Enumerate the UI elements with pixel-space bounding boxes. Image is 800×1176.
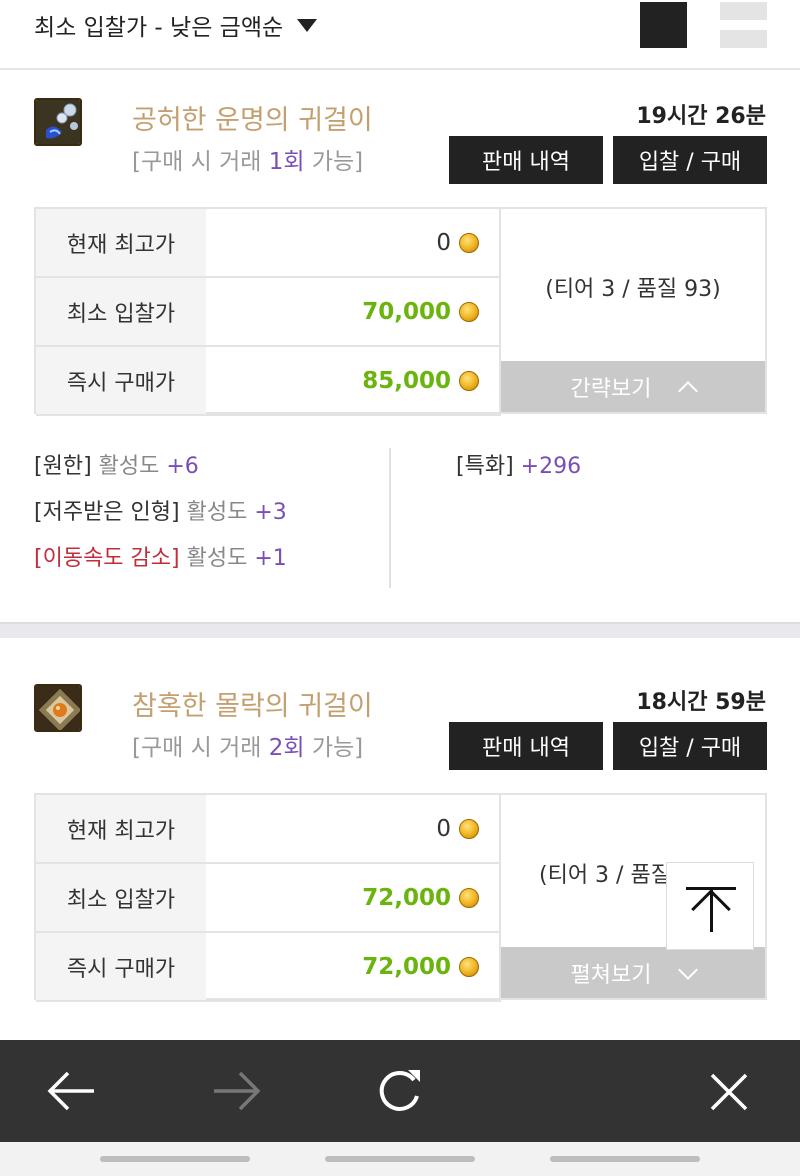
chevron-up-icon — [678, 380, 699, 401]
system-gesture-bar — [0, 1142, 800, 1176]
price-table: 현재 최고가 0 최소 입찰가 72,000 즉시 구매가 72,000 (티어… — [34, 793, 767, 1002]
price-row-min-bid: 최소 입찰가 72,000 — [36, 864, 501, 933]
expand-button[interactable]: 펼쳐보기 — [501, 947, 765, 998]
current-bid-value: 0 — [436, 815, 451, 842]
sort-dropdown[interactable]: 최소 입찰가 - 낮은 금액순 — [34, 8, 318, 42]
effect-line: [특화] +296 — [456, 454, 582, 479]
back-button[interactable] — [22, 1040, 122, 1142]
chevron-down-icon — [678, 959, 699, 980]
sales-history-button[interactable]: 판매 내역 — [449, 136, 603, 184]
card-separator — [0, 622, 800, 638]
trade-count: 1회 — [268, 149, 305, 175]
scroll-to-top-button[interactable] — [666, 862, 754, 950]
earring-item-icon — [34, 684, 82, 732]
gold-coin-icon — [459, 370, 479, 391]
close-button[interactable] — [680, 1040, 780, 1142]
sort-bar: 최소 입찰가 - 낮은 금액순 — [0, 0, 800, 70]
price-row-current: 현재 최고가 0 — [36, 795, 501, 864]
arrow-left-icon — [47, 1071, 94, 1111]
forward-button[interactable] — [186, 1040, 286, 1142]
sort-label: 최소 입찰가 - 낮은 금액순 — [34, 15, 284, 41]
gold-coin-icon — [459, 301, 479, 322]
effect-line-negative: [이동속도 감소] 활성도 +1 — [34, 546, 287, 571]
min-bid-value: 70,000 — [362, 298, 451, 325]
gold-coin-icon — [459, 818, 479, 839]
price-row-current: 현재 최고가 0 — [36, 209, 501, 278]
arrow-right-icon — [214, 1071, 261, 1111]
effect-line: [원한] 활성도 +6 — [34, 454, 199, 479]
gold-coin-icon — [459, 232, 479, 253]
grid-view-toggle[interactable] — [720, 2, 767, 48]
effects-panel: [원한] 활성도 +6 [저주받은 인형] 활성도 +3 [이동속도 감소] 활… — [34, 438, 767, 588]
collapse-button[interactable]: 간략보기 — [501, 361, 765, 412]
item-name[interactable]: 참혹한 몰락의 귀걸이 — [132, 684, 373, 723]
item-card: 참혹한 몰락의 귀걸이 [구매 시 거래 2회 가능] 18시간 59분 판매 … — [0, 640, 800, 1040]
browser-toolbar — [0, 1040, 800, 1142]
price-row-buyout: 즉시 구매가 85,000 — [36, 347, 501, 416]
earring-item-icon — [34, 98, 82, 146]
effect-line: [저주받은 인형] 활성도 +3 — [34, 500, 287, 525]
reload-icon — [379, 1070, 420, 1111]
bid-buy-button[interactable]: 입찰 / 구매 — [613, 722, 767, 770]
trade-info: [구매 시 거래 1회 가능] — [132, 149, 364, 175]
gold-coin-icon — [459, 887, 479, 908]
item-name[interactable]: 공허한 운명의 귀걸이 — [132, 98, 373, 137]
trade-count: 2회 — [268, 735, 305, 761]
price-row-buyout: 즉시 구매가 72,000 — [36, 933, 501, 1002]
bid-buy-button[interactable]: 입찰 / 구매 — [613, 136, 767, 184]
time-left: 19시간 26분 — [636, 104, 766, 129]
current-bid-value: 0 — [436, 229, 451, 256]
item-card: 공허한 운명의 귀걸이 [구매 시 거래 1회 가능] 19시간 26분 판매 … — [0, 72, 800, 622]
list-view-toggle[interactable] — [640, 2, 687, 48]
reload-button[interactable] — [350, 1040, 450, 1142]
min-bid-value: 72,000 — [362, 884, 451, 911]
tier-quality: (티어 3 / 품질 93) — [545, 276, 721, 302]
gold-coin-icon — [459, 956, 479, 977]
buyout-value: 72,000 — [362, 953, 451, 980]
price-row-min-bid: 최소 입찰가 70,000 — [36, 278, 501, 347]
sales-history-button[interactable]: 판매 내역 — [449, 722, 603, 770]
price-table: 현재 최고가 0 최소 입찰가 70,000 즉시 구매가 85,000 (티어… — [34, 207, 767, 416]
time-left: 18시간 59분 — [636, 690, 766, 715]
close-icon — [710, 1073, 748, 1111]
buyout-value: 85,000 — [362, 367, 451, 394]
caret-down-icon — [297, 18, 318, 32]
trade-info: [구매 시 거래 2회 가능] — [132, 735, 364, 761]
